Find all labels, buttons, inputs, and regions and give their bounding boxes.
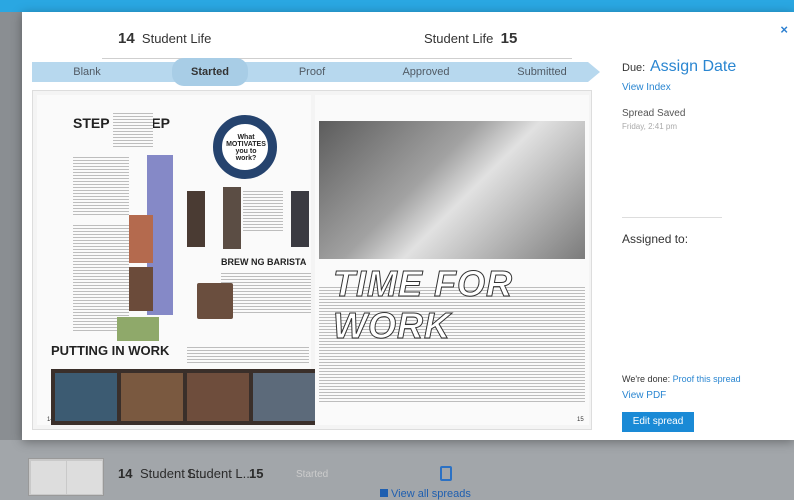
- sidebar-divider: [622, 217, 722, 218]
- student-photo: [129, 215, 153, 263]
- row-right-num: 15: [249, 466, 264, 481]
- text-block: [73, 155, 129, 215]
- thumb-left-page: [31, 461, 66, 494]
- student-photo: [187, 191, 205, 247]
- view-all-label: View all spreads: [391, 488, 471, 500]
- chart-donut: What MOTIVATES you to work?: [213, 115, 277, 179]
- student-photo: [223, 187, 241, 249]
- left-page-num: 14: [118, 30, 135, 47]
- done-prefix: We're done:: [622, 374, 671, 384]
- thumb-right-page: [67, 461, 102, 494]
- student-photo: [291, 191, 309, 247]
- donut-label: What MOTIVATES you to work?: [226, 134, 266, 162]
- page-number-right: 15: [577, 417, 584, 423]
- right-page: 15: [315, 95, 589, 425]
- left-page-title: Student Life: [141, 31, 212, 46]
- proof-this-spread-link[interactable]: Proof this spread: [673, 374, 741, 384]
- header-divider: [102, 58, 572, 59]
- pdf-icon[interactable]: [440, 466, 452, 481]
- putting-in-work-heading: PUTTING IN WORK: [51, 343, 170, 358]
- stage-blank[interactable]: Blank: [52, 62, 122, 82]
- due-label: Due:: [622, 62, 646, 74]
- assigned-to-label: Assigned to:: [622, 232, 689, 246]
- row-status: Started: [296, 469, 329, 480]
- stage-started[interactable]: Started: [172, 58, 248, 86]
- row-right-title: Student L...: [187, 466, 254, 481]
- text-block: [243, 189, 283, 233]
- student-photo: [129, 267, 153, 311]
- strip-photo: [253, 373, 315, 421]
- view-all-spreads-link[interactable]: View all spreads: [380, 488, 471, 500]
- ribbon-arrow: [588, 62, 600, 82]
- brewing-heading: BREW NG BARISTA: [221, 257, 307, 267]
- left-page: STEP by STEP What MOTIVATES you to work?…: [37, 95, 315, 425]
- barista-photo: [197, 283, 233, 319]
- spread-saved-time: Friday, 2:41 pm: [622, 122, 677, 131]
- strip-photo: [55, 373, 117, 421]
- stage-approved[interactable]: Approved: [386, 62, 466, 82]
- row-left-num: 14: [118, 466, 133, 481]
- right-page-num: 15: [500, 30, 518, 47]
- right-page-title: Student Life: [424, 31, 494, 46]
- spread-preview[interactable]: STEP by STEP What MOTIVATES you to work?…: [32, 90, 592, 430]
- view-index-link[interactable]: View Index: [622, 82, 671, 93]
- right-page-header: Student Life 15: [424, 30, 517, 47]
- app-topbar: [0, 0, 794, 12]
- spread-saved-title: Spread Saved: [622, 108, 686, 119]
- hero-photo: [319, 121, 585, 259]
- text-block: [113, 111, 153, 147]
- assign-date-link[interactable]: Assign Date: [650, 58, 736, 76]
- text-block: [221, 271, 311, 315]
- time-for-work-heading: TIME FOR WORK: [333, 263, 513, 347]
- view-pdf-link[interactable]: View PDF: [622, 390, 666, 401]
- product-photo: [117, 317, 159, 341]
- strip-photo: [187, 373, 249, 421]
- spread-modal: × 14 Student Life Student Life 15 Blank …: [22, 12, 794, 440]
- stage-proof[interactable]: Proof: [282, 62, 342, 82]
- stage-submitted[interactable]: Submitted: [502, 62, 582, 82]
- text-block: [187, 345, 309, 363]
- strip-photo: [121, 373, 183, 421]
- edit-spread-button[interactable]: Edit spread: [622, 412, 694, 432]
- spread-thumbnail[interactable]: [28, 458, 104, 496]
- left-page-header: 14 Student Life: [118, 30, 211, 47]
- grid-icon: [380, 489, 388, 497]
- close-icon[interactable]: ×: [780, 22, 788, 37]
- proof-row: We're done: Proof this spread: [622, 374, 741, 384]
- page-number-left: 14: [47, 417, 54, 423]
